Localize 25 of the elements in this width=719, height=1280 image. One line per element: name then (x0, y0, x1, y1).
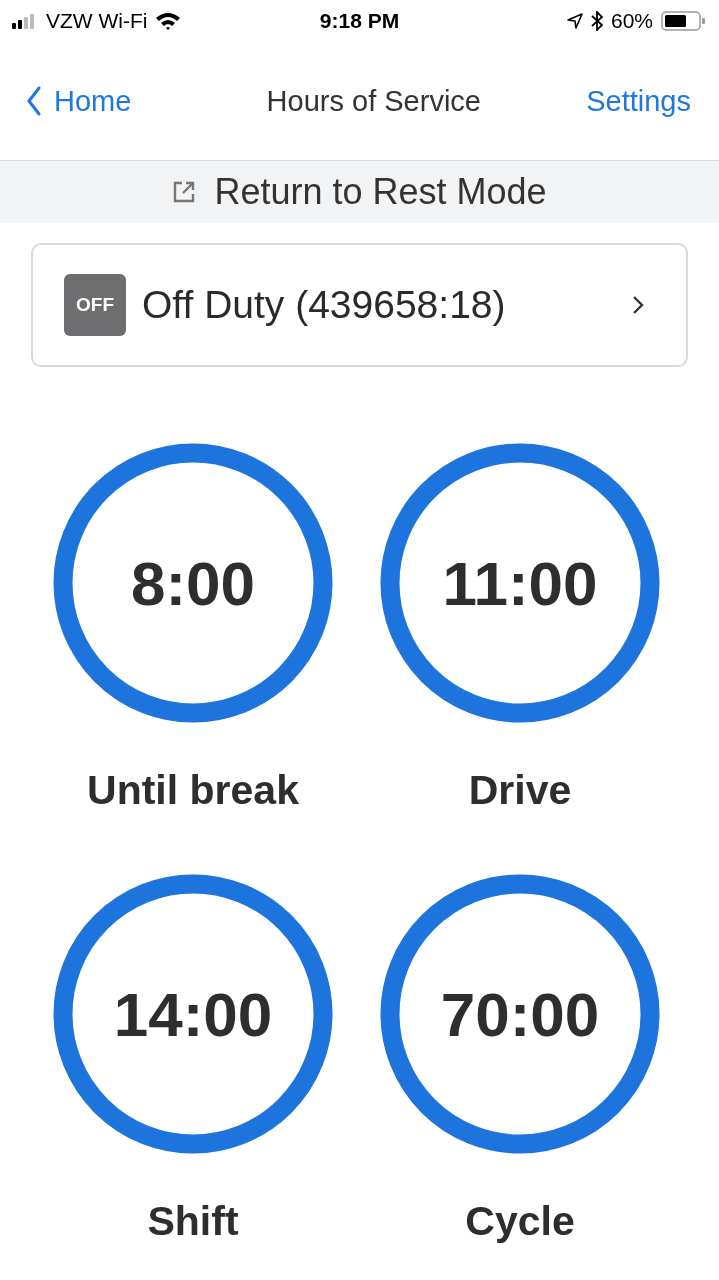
bluetooth-icon (590, 11, 603, 31)
duty-status: Off Duty (439658:18) (142, 283, 507, 327)
settings-link[interactable]: Settings (586, 84, 691, 118)
page-title: Hours of Service (266, 84, 481, 118)
timer-label: Cycle (465, 1198, 575, 1245)
clock-time: 9:18 PM (319, 9, 400, 33)
battery-percent: 60% (610, 9, 653, 33)
wifi-icon (155, 12, 182, 30)
timer-label: Shift (147, 1198, 239, 1245)
timer-value: 8:00 (130, 547, 256, 619)
battery-icon (661, 10, 707, 32)
timer-value: 70:00 (440, 978, 600, 1050)
back-chevron-icon (26, 86, 42, 116)
timer-label: Until break (87, 767, 299, 814)
chevron-right-icon (632, 295, 644, 315)
back-link[interactable]: Home (26, 84, 132, 118)
external-link-icon (172, 180, 197, 204)
rest-mode-button[interactable]: Return to Rest Mode (0, 161, 719, 223)
status-badge: OFF (64, 274, 126, 336)
duty-status-card[interactable]: OFF Off Duty (439658:18) (31, 243, 688, 367)
timer-value: 14:00 (113, 978, 273, 1050)
location-icon (566, 13, 583, 29)
timer-label: Drive (468, 767, 572, 814)
timer-value: 11:00 (442, 547, 598, 619)
carrier-name: VZW Wi-Fi (46, 9, 148, 33)
